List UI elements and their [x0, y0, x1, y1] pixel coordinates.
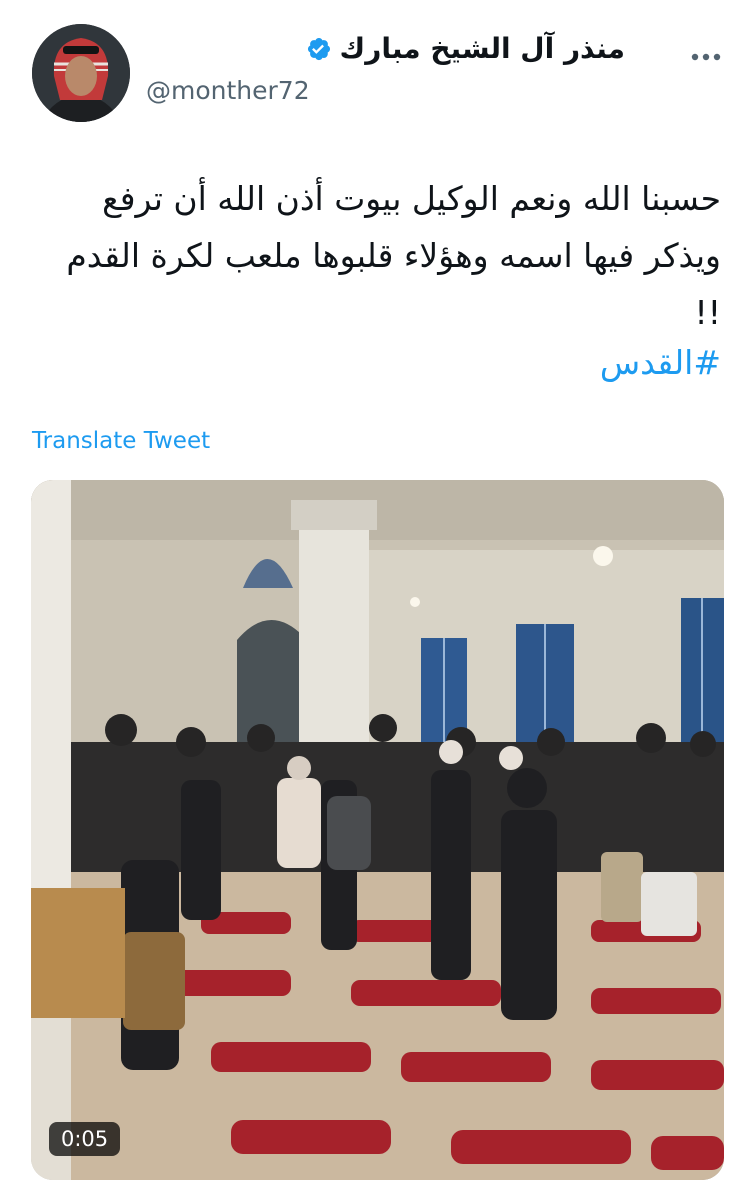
author-display-name: منذر آل الشيخ مبارك [339, 32, 625, 65]
verified-badge-icon [307, 37, 330, 60]
avatar[interactable] [32, 24, 130, 122]
more-options-icon [691, 53, 721, 61]
author-name-row[interactable]: منذر آل الشيخ مبارك [304, 32, 625, 65]
video-player[interactable]: 0:05 [31, 480, 724, 1180]
video-duration: 0:05 [49, 1122, 121, 1156]
hashtag-link[interactable]: #القدس [600, 334, 721, 391]
video-thumbnail [31, 480, 724, 1180]
author-handle[interactable]: @monther72 [146, 76, 310, 105]
tweet-text: حسبنا الله ونعم الوكيل بيوت أذن الله أن … [66, 179, 721, 332]
more-options-button[interactable] [686, 44, 726, 70]
translate-tweet-link[interactable]: Translate Tweet [32, 428, 210, 454]
